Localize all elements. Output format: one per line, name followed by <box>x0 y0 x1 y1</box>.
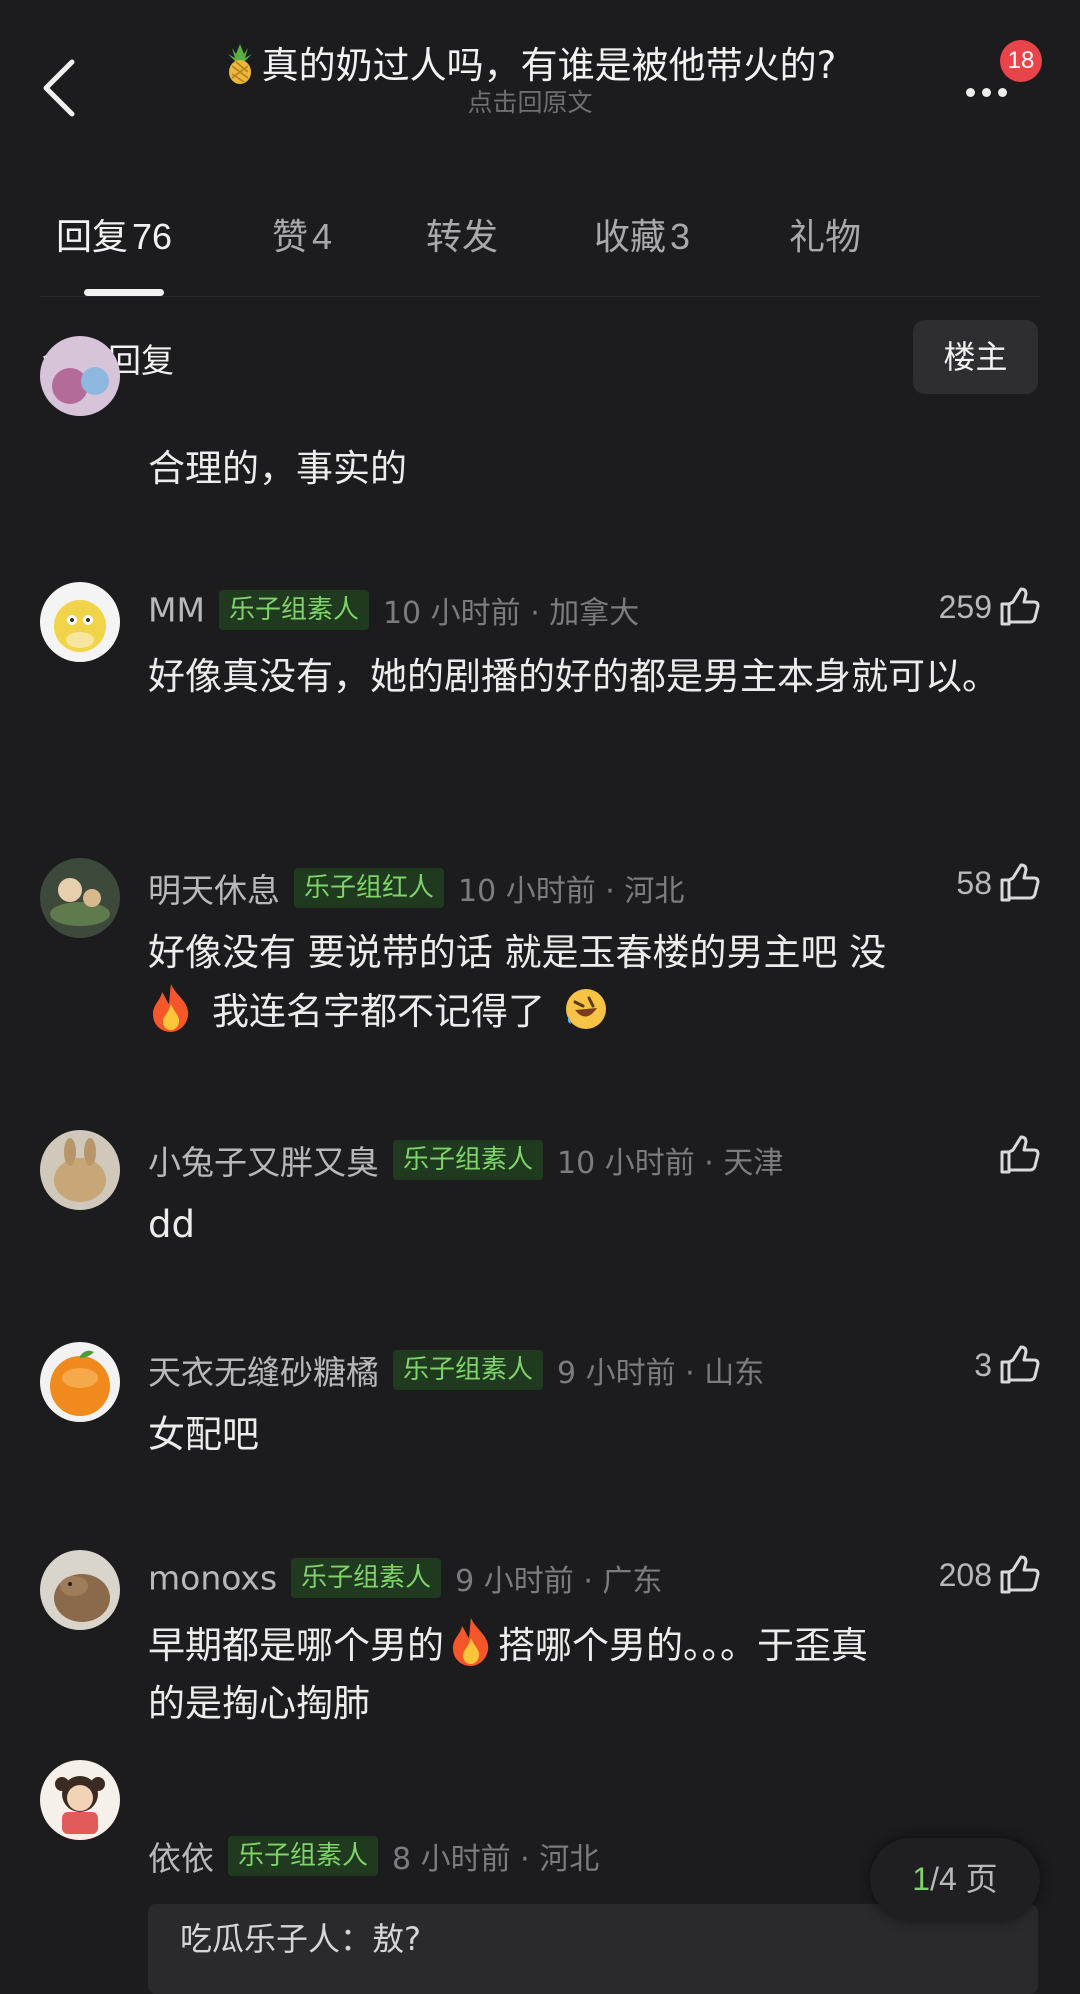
username[interactable]: MM <box>148 591 205 630</box>
like-count: 208 <box>938 1556 992 1593</box>
fire-emoji-icon <box>453 1618 489 1666</box>
avatar[interactable] <box>40 858 120 938</box>
like-button[interactable] <box>992 1134 1040 1176</box>
avatar[interactable] <box>40 1760 120 1840</box>
comment-meta: 10 小时前 · 加拿大 <box>382 596 640 631</box>
username[interactable]: 依依 <box>148 1839 214 1878</box>
notification-badge: 18 <box>1000 40 1042 82</box>
comment-meta: 8 小时前 · 河北 <box>392 1842 600 1877</box>
user-tag: 乐子组素人 <box>393 1140 544 1180</box>
avatar[interactable] <box>40 1550 120 1630</box>
thumbs-up-icon <box>1000 587 1040 626</box>
like-button[interactable]: 208 <box>939 1554 1040 1596</box>
comment-text: dd <box>148 1203 195 1246</box>
like-count: 58 <box>956 864 992 901</box>
like-button[interactable]: 58 <box>956 862 1040 904</box>
like-count: 259 <box>938 588 992 625</box>
op-only-button[interactable]: 楼主 <box>913 320 1038 394</box>
comment-text: 好像真没有，她的剧播的好的都是男主本身就可以。 <box>148 655 999 698</box>
comment-meta: 10 小时前 · 河北 <box>458 874 685 909</box>
tab-favorites[interactable]: 收藏 3 <box>594 208 690 260</box>
comment-header: 天衣无缝砂糖橘 乐子组素人 9 小时前 · 山东 <box>148 1346 764 1394</box>
like-count: 3 <box>974 1346 992 1383</box>
comment-header: 依依 乐子组素人 8 小时前 · 河北 <box>148 1832 599 1880</box>
thumbs-up-icon <box>1000 1555 1040 1594</box>
tab-replies[interactable]: 回复 76 <box>56 208 172 260</box>
comment-text: 早期都是哪个男的 搭哪个男的。。。于歪真 的是掏心掏肺 <box>148 1616 1028 1733</box>
tab-likes[interactable]: 赞4 <box>272 208 332 260</box>
thumbs-up-icon <box>1000 863 1040 902</box>
pineapple-icon <box>227 44 252 84</box>
avatar[interactable] <box>40 1130 120 1210</box>
back-arrow-icon[interactable] <box>40 58 80 118</box>
avatar[interactable] <box>40 1342 120 1422</box>
username[interactable]: 明天休息 <box>148 871 280 910</box>
fire-emoji-icon <box>153 984 189 1032</box>
rofl-emoji-icon <box>565 989 606 1029</box>
username[interactable]: monoxs <box>148 1559 277 1598</box>
post-title: 真的奶过人吗，有谁是被他带火的? <box>150 40 910 92</box>
comment-text: 女配吧 <box>148 1413 259 1456</box>
comment-header: 明天休息 乐子组红人 10 小时前 · 河北 <box>148 864 684 912</box>
thumbs-up-icon <box>1000 1135 1040 1174</box>
comment-meta: 10 小时前 · 天津 <box>557 1146 784 1181</box>
like-button[interactable]: 3 <box>974 1344 1040 1386</box>
user-tag: 乐子组素人 <box>228 1836 379 1876</box>
thumbs-up-icon <box>1000 1345 1040 1384</box>
user-tag: 乐子组素人 <box>393 1350 544 1390</box>
avatar[interactable] <box>40 582 120 662</box>
comment-meta: 9 小时前 · 广东 <box>455 1564 663 1599</box>
like-button[interactable]: 259 <box>939 586 1040 628</box>
comment-meta: 9 小时前 · 山东 <box>557 1356 765 1391</box>
comment-text: 好像没有 要说带的话 就是玉春楼的男主吧 没 我连名字都不记得了 <box>148 931 887 1033</box>
post-title-area[interactable]: 真的奶过人吗，有谁是被他带火的? 点击回原文 <box>150 40 910 118</box>
avatar[interactable] <box>40 336 120 416</box>
username[interactable]: 天衣无缝砂糖橘 <box>148 1353 379 1392</box>
more-options-icon[interactable] <box>966 82 1014 101</box>
tab-divider <box>40 296 1040 297</box>
user-tag: 乐子组红人 <box>294 868 445 908</box>
active-tab-indicator <box>84 289 164 296</box>
tab-gifts[interactable]: 礼物 <box>789 208 861 260</box>
comment-header: monoxs 乐子组素人 9 小时前 · 广东 <box>148 1556 662 1600</box>
user-tag: 乐子组素人 <box>291 1558 442 1598</box>
comment-header: 小兔子又胖又臭 乐子组素人 10 小时前 · 天津 <box>148 1136 783 1184</box>
comment-header: MM 乐子组素人 10 小时前 · 加拿大 <box>148 588 639 632</box>
quoted-reply-text: 吃瓜乐子人：敖? <box>180 1920 421 1958</box>
tab-reposts[interactable]: 转发 <box>426 208 498 260</box>
back-to-original-link[interactable]: 点击回原文 <box>150 88 910 118</box>
comment-text: 合理的，事实的 <box>148 447 407 490</box>
page-indicator[interactable]: 1/4 页 <box>870 1838 1040 1920</box>
username[interactable]: 小兔子又胖又臭 <box>148 1143 379 1182</box>
user-tag: 乐子组素人 <box>218 590 369 630</box>
